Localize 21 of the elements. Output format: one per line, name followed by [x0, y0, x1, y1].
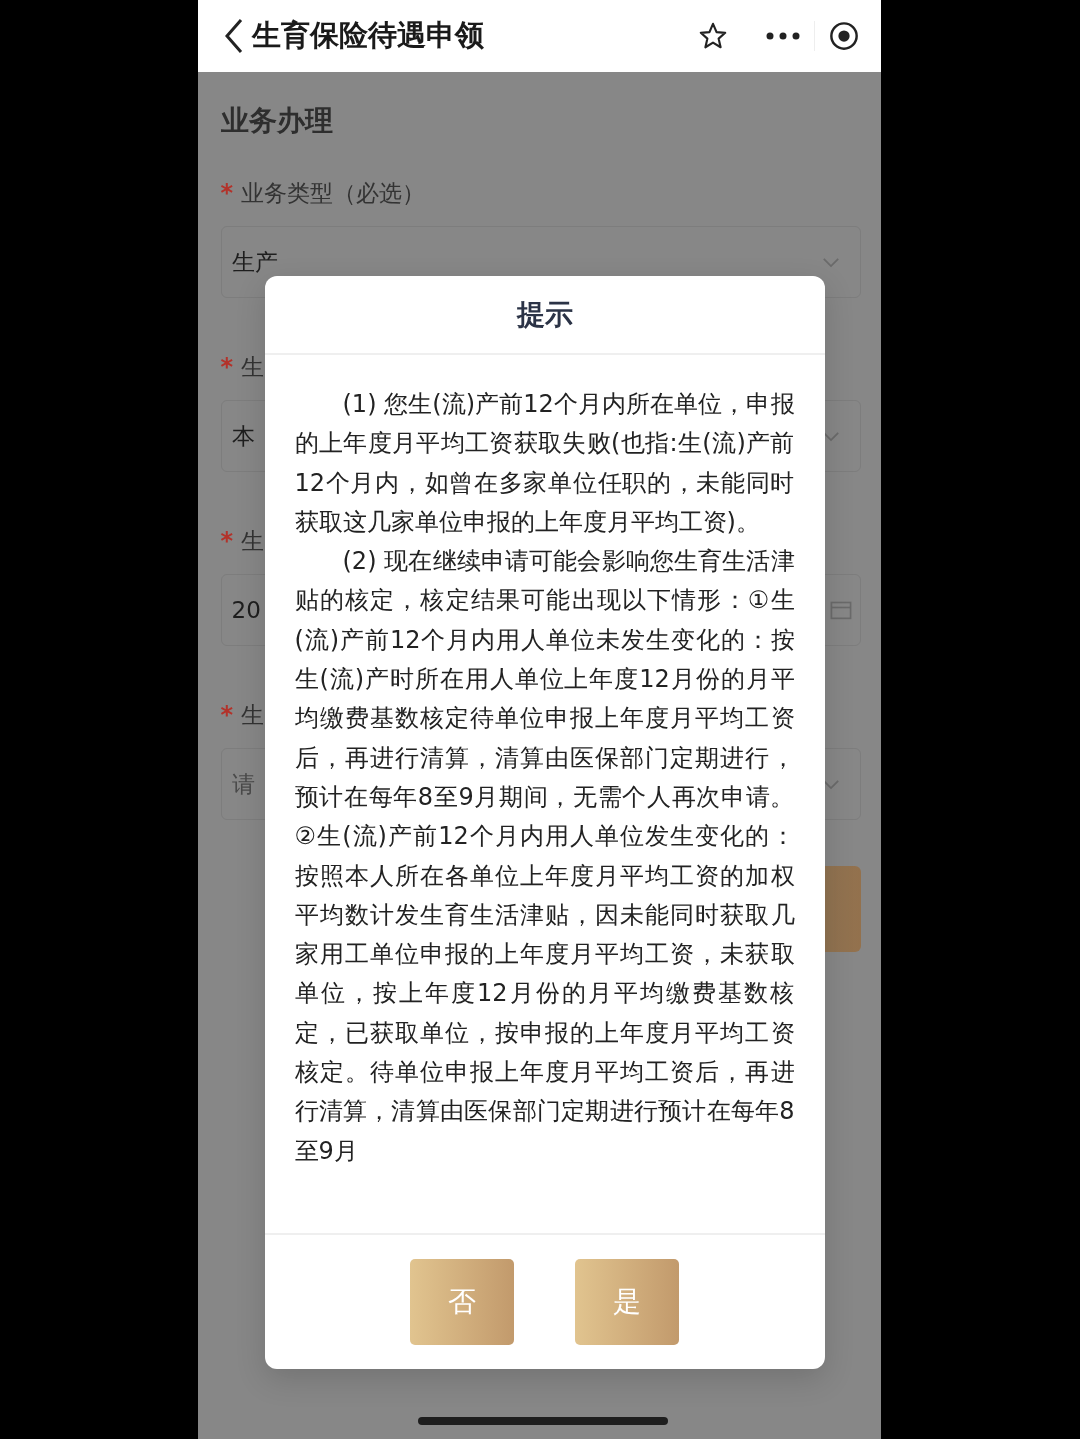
required-mark: * — [220, 179, 234, 207]
page-title: 生育保险待遇申领 — [251, 17, 485, 54]
required-mark: * — [220, 527, 234, 555]
dialog-paragraph: (2) 现在继续申请可能会影响您生育生活津贴的核定，核定结果可能出现以下情形：①生(流)产前12个月内用人单位未发生变化的：按生(流)产时所在用人单位上年度12月份的月平均缴费基数核定待单位申报上年度月平均工资后，再进行清算，清算由医保部门定期进行，预计在每年8至9月期间，无需个人再次申请。②生(流)产前12个月内用人单位发生变化的：按照本人所在各单位上年度月平均工资的加权平均数计发生育生活津贴，因未能同时获取几家用工单位申报的上年度月平均工资，未获取单位，按上年度12月份的月平均缴费基数核定，已获取单位，按申报的上年度月平均工资核定。待单位申报上年度月平均工资后，再进行清算，清算由医保部门定期进行预计在每年8至9月 — [294, 546, 795, 1167]
field-label: 业务类型（必选） — [241, 178, 426, 208]
more-icon[interactable] — [765, 32, 800, 40]
dialog-button[interactable]: 否 — [410, 1259, 514, 1345]
field-label: 生 — [241, 352, 265, 382]
dialog-paragraph: (1) 您生(流)产前12个月内所在单位，申报的上年度月平均工资获取失败(也指:生(流)产前12个月内，如曾在多家单位任职的，未能同时获取这几家单位申报的上年度月平均工资)。 — [294, 389, 795, 538]
required-mark: * — [220, 701, 234, 729]
star-icon[interactable] — [697, 21, 728, 51]
dialog-button[interactable]: 是 — [575, 1259, 679, 1345]
target-icon[interactable] — [828, 21, 859, 51]
dialog-title: 提示 — [264, 276, 825, 355]
field-label: 生 — [241, 526, 265, 556]
calendar-icon — [829, 600, 852, 620]
chevron-down-icon — [821, 256, 840, 268]
required-mark: * — [220, 353, 234, 381]
section-heading: 业务办理 — [220, 103, 334, 139]
field-label: 生 — [241, 700, 265, 730]
back-icon[interactable] — [223, 18, 244, 54]
